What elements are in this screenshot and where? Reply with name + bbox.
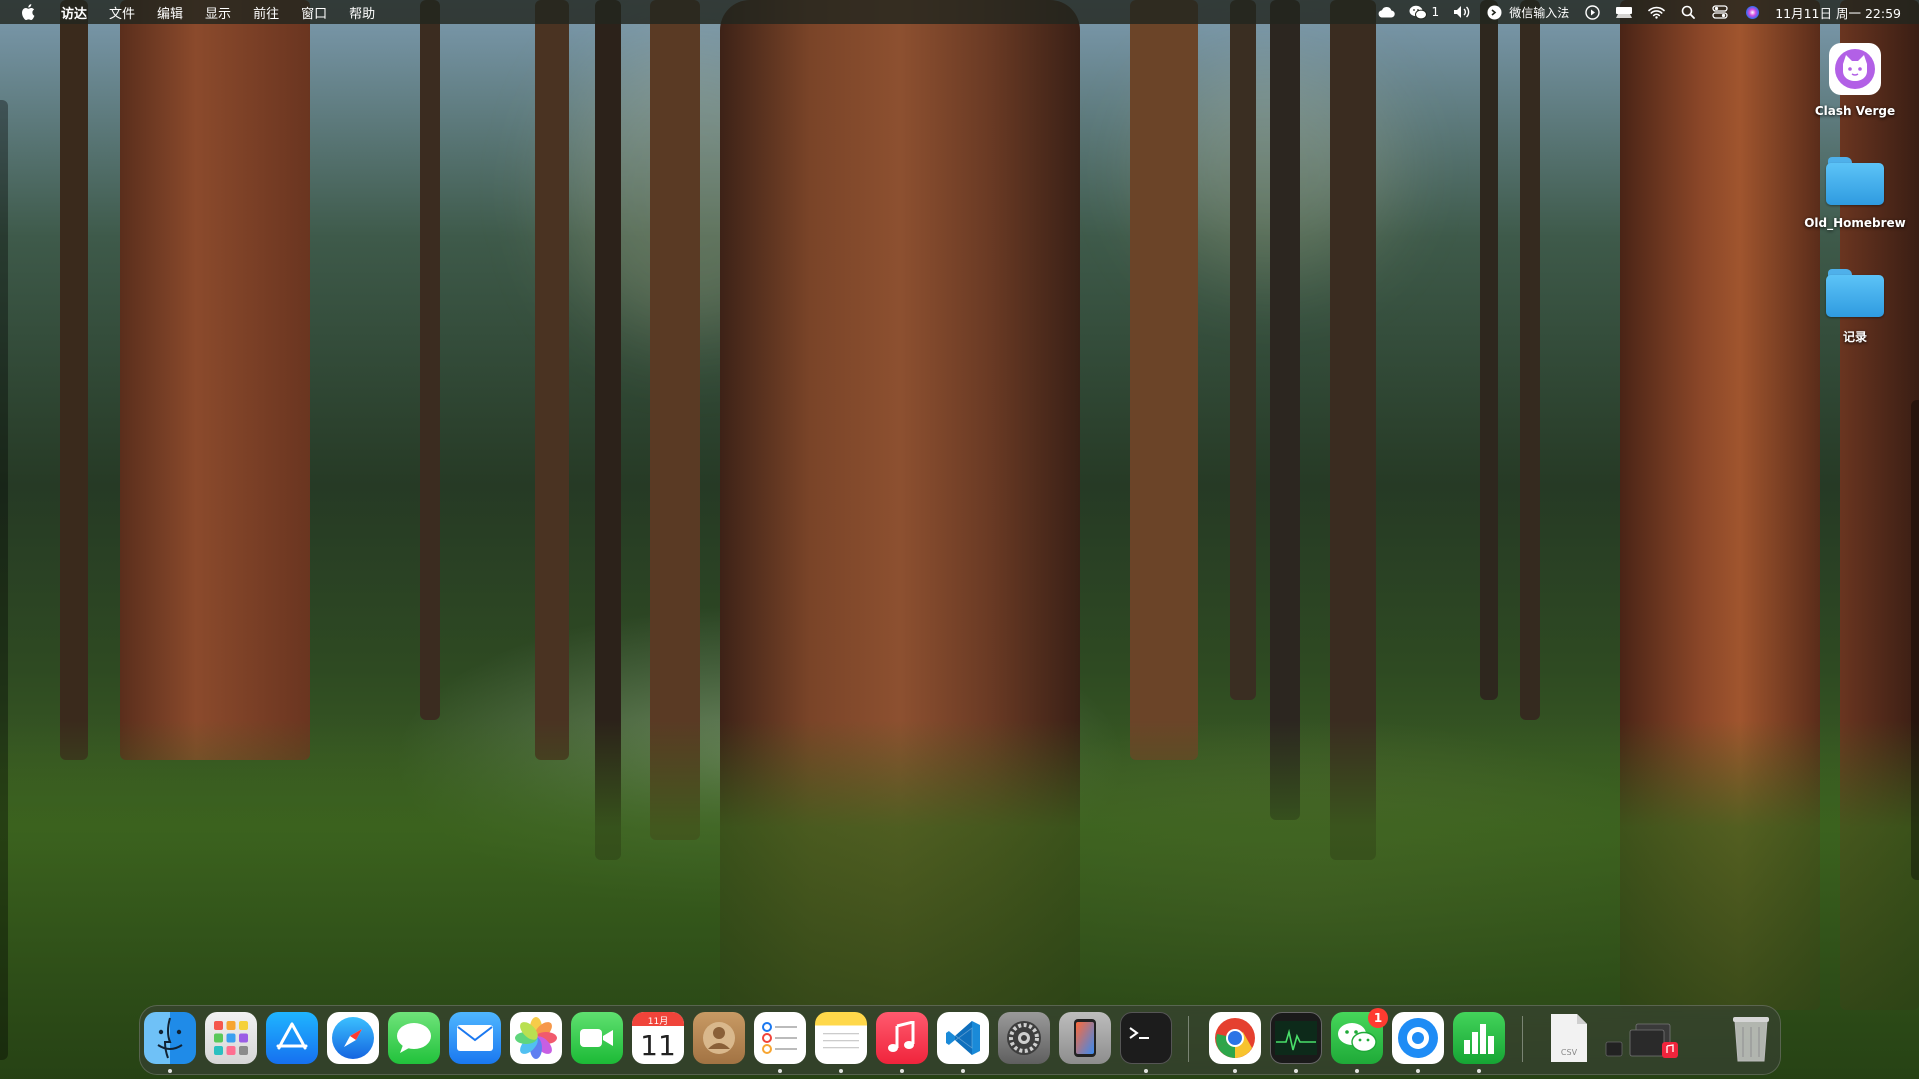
- app-store-icon: [276, 1022, 308, 1050]
- stack-icon: [1605, 1023, 1678, 1058]
- desktop-item-records[interactable]: 记录: [1800, 262, 1910, 345]
- finder-icon: [157, 1017, 183, 1059]
- wechat-status-count: 1: [1431, 5, 1440, 19]
- notes-icon: [823, 1033, 859, 1049]
- running-indicator: [778, 1069, 782, 1073]
- running-indicator: [168, 1069, 172, 1073]
- running-indicator: [1355, 1069, 1359, 1073]
- dock-separator: [1522, 1016, 1523, 1062]
- trash-icon: [1733, 1017, 1769, 1062]
- menu-edit[interactable]: 编辑: [146, 0, 194, 24]
- menu-file[interactable]: 文件: [98, 0, 146, 24]
- desktop-item-label: 记录: [1842, 330, 1867, 344]
- siri-icon[interactable]: [1743, 4, 1761, 20]
- input-method-icon[interactable]: [1485, 4, 1503, 20]
- safari-icon: [332, 1017, 374, 1059]
- dock-app-store[interactable]: [266, 1012, 318, 1064]
- menu-app-finder[interactable]: 访达: [50, 0, 98, 24]
- desktop-item-clash-verge[interactable]: Clash Verge: [1800, 38, 1910, 118]
- dock-downloads-stack[interactable]: [1604, 1012, 1684, 1064]
- wifi-icon[interactable]: [1647, 4, 1665, 20]
- menu-help[interactable]: 帮助: [338, 0, 386, 24]
- dock-messages[interactable]: [388, 1012, 440, 1064]
- running-indicator: [1233, 1069, 1237, 1073]
- running-indicator: [900, 1069, 904, 1073]
- dock-notes[interactable]: [815, 1012, 867, 1064]
- facetime-icon: [580, 1029, 613, 1047]
- dock-system-settings[interactable]: [998, 1012, 1050, 1064]
- control-center-icon[interactable]: [1711, 4, 1729, 20]
- running-indicator: [839, 1069, 843, 1073]
- calendar-month: 11月: [647, 1017, 669, 1027]
- menu-view[interactable]: 显示: [194, 0, 242, 24]
- music-icon: [888, 1021, 915, 1052]
- dock-photos[interactable]: [510, 1012, 562, 1064]
- dock-mail[interactable]: [449, 1012, 501, 1064]
- input-method-label[interactable]: 微信输入法: [1509, 4, 1569, 21]
- contacts-icon: [703, 1022, 735, 1054]
- folder-icon: [1824, 262, 1886, 324]
- numbers-icon: [1464, 1024, 1494, 1054]
- wechat-status-icon[interactable]: [1409, 4, 1427, 20]
- reminders-icon: [762, 1022, 797, 1054]
- iphone-mirroring-icon: [1074, 1019, 1096, 1057]
- vscode-icon: [946, 1021, 980, 1055]
- dock-chrome[interactable]: [1209, 1012, 1261, 1064]
- cloud-icon[interactable]: [1377, 4, 1395, 20]
- settings-icon: [1007, 1021, 1041, 1055]
- csv-file-label: CSV: [1560, 1048, 1578, 1057]
- dock-numbers[interactable]: [1453, 1012, 1505, 1064]
- dock-csv-file[interactable]: CSV: [1543, 1012, 1595, 1064]
- menu-window[interactable]: 窗口: [290, 0, 338, 24]
- chrome-icon: [1215, 1018, 1255, 1058]
- running-indicator: [961, 1069, 965, 1073]
- desktop-item-old-homebrew[interactable]: Old_Homebrew: [1800, 150, 1910, 230]
- qq-icon: [1398, 1018, 1438, 1058]
- calendar-day: 11: [640, 1029, 676, 1062]
- dock-launchpad[interactable]: [205, 1012, 257, 1064]
- folder-icon: [1824, 150, 1886, 212]
- dock-facetime[interactable]: [571, 1012, 623, 1064]
- spotlight-search-icon[interactable]: [1679, 4, 1697, 20]
- mail-icon: [457, 1025, 493, 1051]
- running-indicator: [1144, 1069, 1148, 1073]
- dock-calendar[interactable]: 11月 11: [632, 1012, 684, 1064]
- dock-activity-monitor[interactable]: [1270, 1012, 1322, 1064]
- running-indicator: [1416, 1069, 1420, 1073]
- desktop-item-label: Old_Homebrew: [1804, 216, 1906, 230]
- left-edge-shadow: [0, 100, 8, 1060]
- menu-clock[interactable]: 11月11日 周一 22:59: [1775, 3, 1901, 22]
- right-edge-shadow: [1911, 400, 1919, 880]
- dock-terminal[interactable]: [1120, 1012, 1172, 1064]
- running-indicator: [1477, 1069, 1481, 1073]
- desktop-item-label: Clash Verge: [1814, 104, 1896, 118]
- photos-icon: [515, 1017, 557, 1059]
- volume-icon[interactable]: [1453, 4, 1471, 20]
- dock-finder[interactable]: [144, 1012, 196, 1064]
- dock-safari[interactable]: [327, 1012, 379, 1064]
- messages-icon: [397, 1023, 431, 1053]
- terminal-icon: [1129, 1027, 1149, 1039]
- play-circle-icon[interactable]: [1583, 4, 1601, 20]
- dock-reminders[interactable]: [754, 1012, 806, 1064]
- menu-bar: 访达 文件 编辑 显示 前往 窗口 帮助 1 微信输入法 11月11日 周一 2…: [0, 0, 1919, 24]
- activity-monitor-icon: [1275, 1021, 1317, 1055]
- dock-iphone-mirroring[interactable]: [1059, 1012, 1111, 1064]
- running-indicator: [1294, 1069, 1298, 1073]
- display-icon[interactable]: [1615, 4, 1633, 20]
- dock-trash[interactable]: [1725, 1012, 1777, 1064]
- dock-music[interactable]: [876, 1012, 928, 1064]
- dock-vscode[interactable]: [937, 1012, 989, 1064]
- dock-qq[interactable]: [1392, 1012, 1444, 1064]
- desktop-wallpaper: [0, 0, 1919, 1079]
- cat-app-icon: [1824, 38, 1886, 100]
- menu-go[interactable]: 前往: [242, 0, 290, 24]
- launchpad-icon: [214, 1021, 248, 1055]
- apple-icon[interactable]: [20, 4, 36, 20]
- dock-contacts[interactable]: [693, 1012, 745, 1064]
- dock-separator: [1188, 1016, 1189, 1062]
- wechat-badge: 1: [1368, 1008, 1388, 1028]
